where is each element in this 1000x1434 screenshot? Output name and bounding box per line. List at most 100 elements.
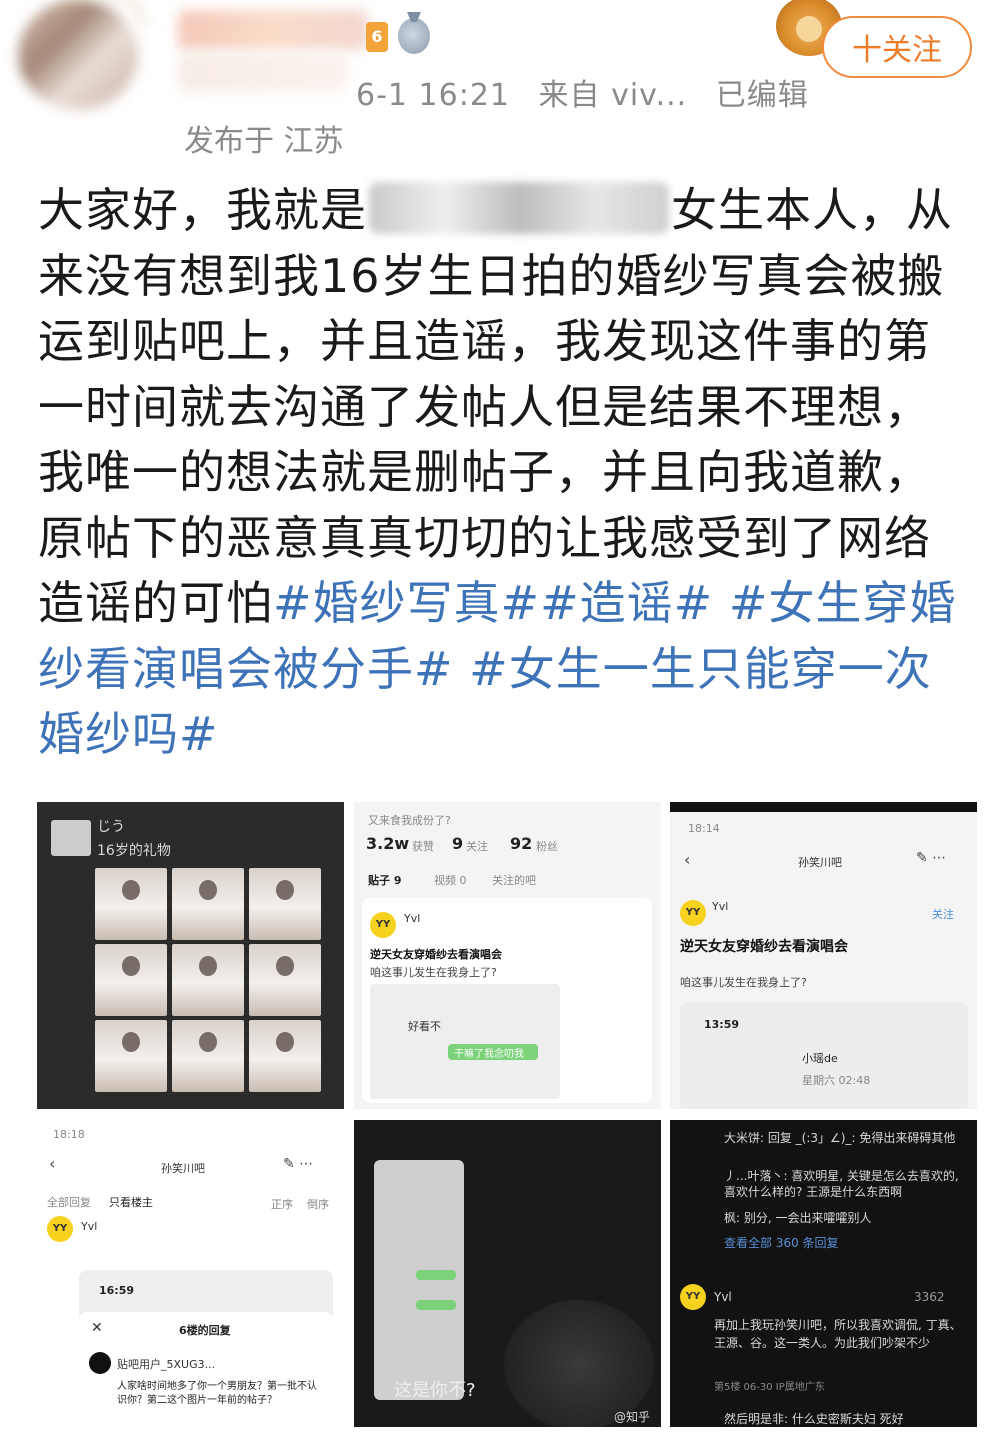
follow-label: 十关注: [852, 33, 942, 68]
inner-time: 16:59: [99, 1284, 135, 1297]
post-user: Yvl: [81, 1220, 98, 1233]
hashtag-wedding-photo[interactable]: #婚纱写真#: [273, 576, 540, 630]
inner-time: 13:59: [704, 1018, 740, 1031]
image-6-comments[interactable]: 大米饼: 回复 _(:3」∠)_: 免得出来碍碍其他 丿...叶落丶: 喜欢明星…: [670, 1120, 977, 1427]
photo-caption: 这是你不?: [394, 1380, 476, 1401]
inner-name: 小瑶de: [802, 1052, 838, 1065]
view-all-replies[interactable]: 查看全部 360 条回复: [724, 1234, 839, 1251]
comment-2: 丿...叶落丶: 喜欢明星, 关键是怎么去喜欢的, 喜欢什么样的? 王源是什么东…: [724, 1169, 959, 1199]
following-label: 关注: [466, 840, 488, 853]
status-time: 18:18: [53, 1128, 85, 1141]
profile-top-text: 又来食我成份了?: [368, 814, 451, 827]
grid-photo: [95, 1020, 167, 1092]
tab-followed-bars[interactable]: 关注的吧: [492, 872, 536, 888]
bar-name[interactable]: 孙笑川吧: [798, 854, 842, 870]
reply-body: 再加上我玩孙笑川吧，所以我喜欢调侃, 丁真、王源、谷。这一类人。为此我们吵架不少: [714, 1318, 962, 1350]
grid-photo: [172, 1020, 244, 1092]
edit-icon[interactable]: ✎ ⋯: [283, 1156, 313, 1172]
inner-sub: 星期六 02:48: [802, 1074, 871, 1087]
hashtag-rumor[interactable]: #造谣#: [540, 576, 713, 630]
grid-photo: [172, 944, 244, 1016]
user-avatar: YY: [680, 900, 706, 926]
chat-screenshot: 13:59 小瑶de 星期六 02:48: [680, 1002, 968, 1109]
sort-desc[interactable]: 倒序: [307, 1196, 329, 1212]
avatar-frame-icon: [58, 0, 144, 27]
status-time: 18:14: [688, 822, 720, 835]
post-title: 逆天女友穿婚纱去看演唱会: [370, 948, 502, 961]
image-5-phone-photo[interactable]: 这是你不? @知乎: [354, 1120, 661, 1427]
watermark: @知乎: [614, 1410, 651, 1424]
post-subtitle: 咱这事儿发生在我身上了?: [680, 976, 807, 989]
edited-tag: 已编辑: [715, 78, 809, 113]
reply-title: 6楼的回复: [179, 1324, 231, 1337]
post-meta: 6-1 16:21 来自 viv... 已编辑: [356, 70, 827, 114]
post-title: 逆天女友穿婚纱去看演唱会: [680, 939, 848, 955]
username-redacted-secondary: [178, 52, 348, 92]
post-subtitle: 咱这事儿发生在我身上了?: [370, 966, 497, 979]
user-avatar: YY: [370, 912, 396, 938]
user-avatar: YY: [680, 1284, 706, 1310]
comment-1: 大米饼: 回复 _(:3」∠)_: 免得出来碍碍其他: [724, 1131, 956, 1145]
post-source: 来自 viv...: [538, 78, 688, 113]
green-bubble: [416, 1300, 456, 1310]
comment-3: 枫: 别分, 一会出来嚯嚯别人: [724, 1211, 872, 1225]
image-3-tieba-post[interactable]: 18:14 ‹ 孙笑川吧 ✎ ⋯ YY Yvl 关注 逆天女友穿婚纱去看演唱会 …: [670, 802, 977, 1109]
reply-screenshot: 16:59 ✕ 6楼的回复 贴吧用户_5XUG3... 人家啥时间地多了你一个男…: [79, 1270, 333, 1427]
grid-photo: [249, 1020, 321, 1092]
image-1-photo-grid[interactable]: じう 16岁的礼物: [37, 802, 344, 1109]
image-4-reply-thread[interactable]: 18:18 ‹ 孙笑川吧 ✎ ⋯ 全部回复 只看楼主 正序 倒序 YY Yvl …: [37, 1120, 344, 1427]
commenter-avatar: [89, 1352, 111, 1374]
likes-label: 获赞: [412, 840, 434, 853]
back-icon[interactable]: ‹: [684, 850, 690, 869]
bottom-comment: 然后明是非: 什么史密斯夫妇 死好: [724, 1412, 904, 1426]
chat-reply: 好看不: [408, 1020, 441, 1033]
image-2-profile-screenshot[interactable]: 又来食我成份了? 3.2w 获赞 9 关注 92 粉丝 贴子 9 视频 0 关注…: [354, 802, 661, 1109]
sort-asc[interactable]: 正序: [271, 1196, 293, 1212]
grid-photo: [95, 944, 167, 1016]
fans-count: 92: [510, 834, 533, 853]
edit-icon[interactable]: ✎ ⋯: [916, 850, 946, 866]
follow-button[interactable]: 十关注: [822, 16, 972, 78]
tab-posts[interactable]: 贴子 9: [368, 872, 401, 888]
close-icon[interactable]: ✕: [91, 1320, 103, 1336]
likes-count: 3.2w: [366, 834, 410, 853]
commenter-name: 贴吧用户_5XUG3...: [117, 1358, 216, 1371]
username-redacted[interactable]: [178, 10, 368, 50]
phone-screen: [374, 1160, 464, 1400]
grid-photo: [172, 868, 244, 940]
like-count[interactable]: 3362: [914, 1290, 945, 1304]
grid-photo: [95, 868, 167, 940]
post-user: Yvl: [714, 1290, 732, 1304]
post-text-rest: 女生本人，从来没有想到我16岁生日拍的婚纱写真会被搬运到贴吧上，并且造谣，我发现…: [38, 183, 953, 630]
green-bubble-text: 干嘛了我念叨我: [454, 1049, 524, 1060]
green-bubble: [416, 1270, 456, 1280]
medal-icon: [398, 18, 430, 54]
post-timestamp: 6-1 16:21: [356, 78, 510, 113]
post-text-start: 大家好，我就是: [38, 183, 367, 237]
following-count: 9: [452, 834, 464, 853]
tab-videos[interactable]: 视频 0: [434, 872, 467, 888]
post-card[interactable]: YY Yvl 逆天女友穿婚纱去看演唱会 咱这事儿发生在我身上了? 好看不 干嘛了…: [362, 898, 652, 1103]
post-text: 大家好，我就是 女生本人，从来没有想到我16岁生日拍的婚纱写真会被搬运到贴吧上，并…: [38, 178, 968, 768]
vip-level-badge: 6: [366, 22, 388, 52]
caption: 16岁的礼物: [97, 843, 171, 859]
tab-all-replies[interactable]: 全部回复: [47, 1194, 91, 1210]
bar-name[interactable]: 孙笑川吧: [161, 1160, 205, 1176]
handle: じう: [97, 819, 125, 835]
follow-link[interactable]: 关注: [932, 906, 954, 922]
top-bar: [670, 802, 977, 812]
thumbnail-avatar: [51, 820, 91, 856]
post-location: 发布于 江苏: [184, 124, 344, 159]
post-user: Yvl: [404, 912, 421, 925]
tab-op-only[interactable]: 只看楼主: [109, 1194, 153, 1210]
comment-text: 人家啥时间地多了你一个男朋友？第一批不认识你？第二这个图片一年前的帖子？: [117, 1381, 317, 1406]
back-icon[interactable]: ‹: [49, 1154, 55, 1173]
floor-info: 第5楼 06-30 IP属地广东: [714, 1382, 825, 1393]
fans-label: 粉丝: [536, 840, 558, 853]
post-user: Yvl: [712, 900, 729, 913]
grid-photo: [249, 868, 321, 940]
chat-screenshot: [370, 984, 560, 1099]
grid-photo: [249, 944, 321, 1016]
redacted-name: [369, 182, 669, 234]
user-avatar: YY: [47, 1216, 73, 1242]
